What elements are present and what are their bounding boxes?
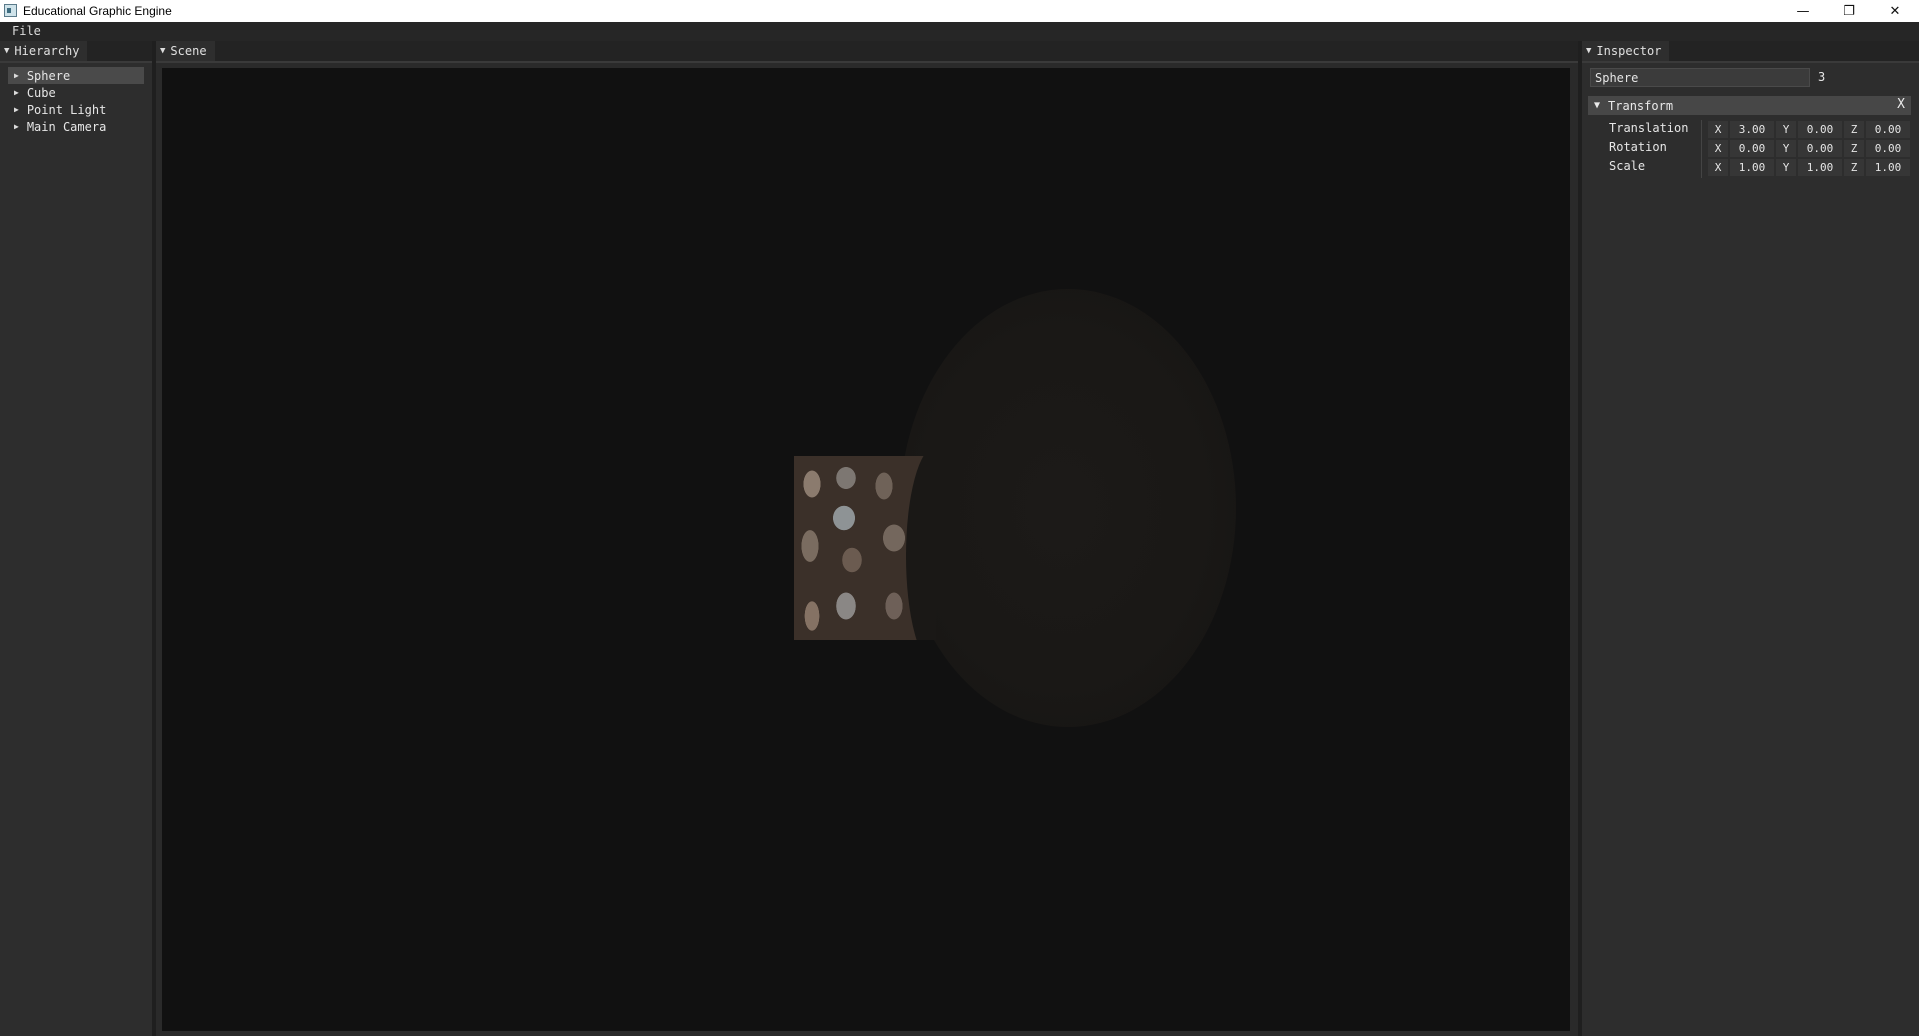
- axis-x-label: X: [1708, 121, 1728, 138]
- expand-arrow-icon[interactable]: ▶: [14, 88, 19, 97]
- translation-x-field[interactable]: 3.00: [1730, 121, 1774, 138]
- object-id-label: 3: [1818, 70, 1826, 84]
- hierarchy-item-label: Point Light: [26, 102, 107, 117]
- inspector-panel: ▼ Inspector Sphere 3 ▼ Transform X Trans…: [1582, 41, 1919, 1036]
- hierarchy-item-point-light[interactable]: ▶ Point Light: [8, 101, 144, 118]
- expand-arrow-icon[interactable]: ▶: [14, 122, 19, 131]
- translation-label: Translation: [1609, 121, 1689, 135]
- scene-sphere-object[interactable]: [900, 289, 1236, 727]
- remove-component-icon[interactable]: X: [1897, 97, 1905, 112]
- menu-bar: File: [0, 22, 1919, 41]
- hierarchy-item-label: Cube: [26, 85, 56, 100]
- window-title: Educational Graphic Engine: [23, 4, 172, 18]
- scene-cube-object[interactable]: [794, 456, 936, 640]
- component-title: Transform: [1608, 98, 1674, 113]
- scene-viewport[interactable]: [162, 68, 1570, 1031]
- rotation-y-field[interactable]: 0.00: [1798, 140, 1842, 157]
- axis-y-label: Y: [1776, 159, 1796, 176]
- scene-panel: ▼ Scene: [156, 41, 1578, 1036]
- hierarchy-item-label: Main Camera: [26, 119, 107, 134]
- translation-z-field[interactable]: 0.00: [1866, 121, 1910, 138]
- tab-scene-label: Scene: [170, 44, 207, 58]
- object-name-field[interactable]: Sphere: [1590, 68, 1810, 87]
- tab-hierarchy-label: Hierarchy: [14, 44, 80, 58]
- minimize-icon[interactable]: —: [1780, 0, 1826, 22]
- tab-inspector-label: Inspector: [1596, 44, 1662, 58]
- close-window-icon[interactable]: ✕: [1872, 0, 1918, 22]
- hierarchy-item-sphere[interactable]: ▶ Sphere: [8, 67, 144, 84]
- axis-z-label: Z: [1844, 159, 1864, 176]
- hierarchy-item-main-camera[interactable]: ▶ Main Camera: [8, 118, 144, 135]
- scale-z-field[interactable]: 1.00: [1866, 159, 1910, 176]
- scale-y-field[interactable]: 1.00: [1798, 159, 1842, 176]
- rotation-z-field[interactable]: 0.00: [1866, 140, 1910, 157]
- property-divider: [1701, 120, 1702, 178]
- hierarchy-panel: ▼ Hierarchy ▶ Sphere ▶ Cube ▶ Point Ligh…: [0, 41, 152, 1036]
- expand-arrow-icon[interactable]: ▶: [14, 71, 19, 80]
- hierarchy-tab-strip: ▼ Hierarchy: [0, 41, 152, 63]
- rotation-label: Rotation: [1609, 140, 1667, 154]
- rotation-x-field[interactable]: 0.00: [1730, 140, 1774, 157]
- menu-file[interactable]: File: [12, 24, 41, 38]
- inspector-tab-strip: ▼ Inspector: [1582, 41, 1919, 63]
- collapse-triangle-icon[interactable]: ▼: [1594, 100, 1600, 111]
- axis-x-label: X: [1708, 159, 1728, 176]
- scale-label: Scale: [1609, 159, 1646, 173]
- restore-icon[interactable]: ❐: [1826, 0, 1872, 22]
- axis-x-label: X: [1708, 140, 1728, 157]
- scene-tab-strip: ▼ Scene: [156, 41, 1578, 63]
- hierarchy-item-label: Sphere: [26, 68, 71, 83]
- scale-x-field[interactable]: 1.00: [1730, 159, 1774, 176]
- collapse-triangle-icon[interactable]: ▼: [4, 46, 9, 56]
- collapse-triangle-icon[interactable]: ▼: [1586, 46, 1591, 56]
- axis-y-label: Y: [1776, 140, 1796, 157]
- tab-hierarchy[interactable]: ▼ Hierarchy: [0, 41, 88, 61]
- translation-y-field[interactable]: 0.00: [1798, 121, 1842, 138]
- transform-header[interactable]: ▼ Transform X: [1588, 96, 1911, 115]
- axis-z-label: Z: [1844, 140, 1864, 157]
- hierarchy-item-cube[interactable]: ▶ Cube: [8, 84, 144, 101]
- hierarchy-tree: ▶ Sphere ▶ Cube ▶ Point Light ▶ Main Cam…: [8, 67, 144, 135]
- app-icon: [4, 4, 17, 17]
- tab-scene[interactable]: ▼ Scene: [156, 41, 215, 61]
- tab-inspector[interactable]: ▼ Inspector: [1582, 41, 1670, 61]
- axis-z-label: Z: [1844, 121, 1864, 138]
- collapse-triangle-icon[interactable]: ▼: [160, 46, 165, 56]
- expand-arrow-icon[interactable]: ▶: [14, 105, 19, 114]
- window-title-bar: Educational Graphic Engine — ❐ ✕: [0, 0, 1919, 22]
- axis-y-label: Y: [1776, 121, 1796, 138]
